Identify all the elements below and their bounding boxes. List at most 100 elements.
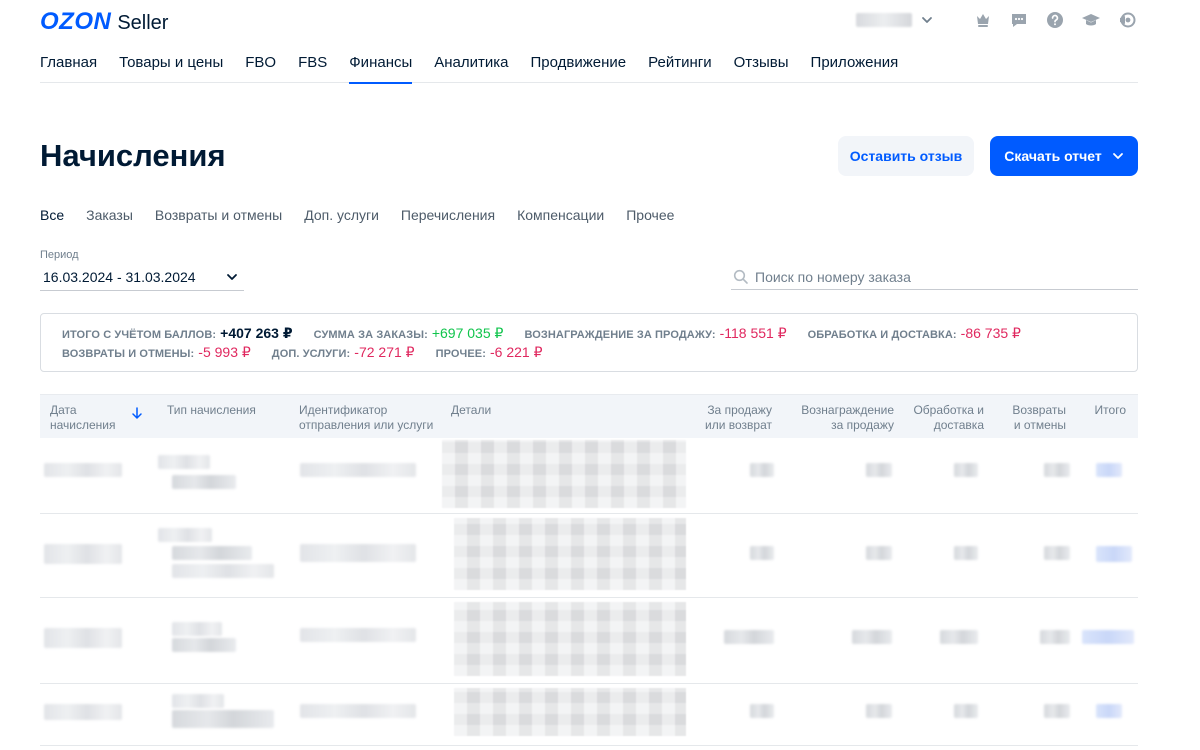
tab-transfers[interactable]: Перечисления: [401, 204, 495, 230]
redacted-type: [172, 638, 236, 652]
column-sale: За продажу или возврат: [705, 403, 772, 432]
header-actions: [856, 9, 1138, 31]
redacted-sale: [750, 463, 774, 477]
redacted-date: [44, 704, 122, 720]
nav-item-fbs[interactable]: FBS: [298, 50, 327, 83]
redacted-type: [158, 455, 210, 469]
period-label: Период: [40, 249, 79, 261]
redacted-delivery: [940, 630, 978, 644]
redacted-reward: [866, 463, 892, 477]
summary-value: -72 271 ₽: [354, 344, 415, 360]
summary-value: -5 993 ₽: [198, 344, 251, 360]
download-report-button[interactable]: Скачать отчет: [990, 136, 1138, 176]
redacted-total: [1096, 546, 1132, 562]
logo-brand: OZON: [40, 8, 112, 35]
table-header: Дата начисления Тип начисления Идентифик…: [40, 394, 1138, 438]
redacted-id: [300, 463, 416, 477]
tab-returns[interactable]: Возвраты и отмены: [155, 204, 282, 230]
tab-all[interactable]: Все: [29, 204, 76, 230]
redacted-returns: [1044, 704, 1070, 718]
nav-item-fbo[interactable]: FBO: [245, 50, 276, 83]
summary-value: +407 263 ₽: [220, 325, 293, 341]
column-details: Детали: [451, 403, 492, 417]
nav-item-ratings[interactable]: Рейтинги: [648, 50, 711, 83]
graduation-cap-icon[interactable]: [1080, 9, 1102, 31]
summary-total: ИТОГО С УЧЁТОМ БАЛЛОВ: +407 263 ₽: [62, 325, 293, 342]
redacted-total: [1082, 630, 1134, 644]
tab-orders[interactable]: Заказы: [86, 204, 133, 230]
summary-label: ОБРАБОТКА И ДОСТАВКА:: [807, 329, 957, 341]
crown-icon[interactable]: [972, 9, 994, 31]
account-name-redacted[interactable]: [856, 13, 912, 27]
summary-label: ИТОГО С УЧЁТОМ БАЛЛОВ:: [62, 329, 217, 341]
redacted-reward: [852, 630, 892, 644]
summary-delivery: ОБРАБОТКА И ДОСТАВКА: -86 735 ₽: [808, 325, 1021, 342]
redacted-type: [172, 710, 274, 728]
column-date[interactable]: Дата начисления: [50, 403, 120, 433]
chat-icon[interactable]: [1008, 9, 1030, 31]
summary-row: ВОЗВРАТЫ И ОТМЕНЫ: -5 993 ₽ ДОП. УСЛУГИ:…: [62, 344, 1116, 363]
nav-item-finance[interactable]: Финансы: [349, 50, 412, 84]
leave-feedback-label: Оставить отзыв: [849, 148, 963, 164]
order-search: [731, 264, 1138, 290]
column-total: Итого: [1094, 403, 1126, 417]
nav-item-analytics[interactable]: Аналитика: [434, 50, 508, 83]
tab-other[interactable]: Прочее: [626, 204, 674, 230]
column-id: Идентификатор отправления или услуги: [299, 403, 434, 432]
period-select[interactable]: 16.03.2024 - 31.03.2024: [40, 263, 244, 291]
tab-extra-services[interactable]: Доп. услуги: [304, 204, 379, 230]
nav-item-products[interactable]: Товары и цены: [119, 50, 223, 83]
summary-value: +697 035 ₽: [431, 325, 504, 341]
nav-item-reviews[interactable]: Отзывы: [734, 50, 789, 83]
redacted-delivery: [954, 546, 978, 560]
column-reward: Вознаграждение за продажу: [801, 403, 894, 432]
summary-value: -118 551 ₽: [719, 325, 787, 341]
summary-extra-services: ДОП. УСЛУГИ: -72 271 ₽: [272, 344, 415, 361]
megaphone-icon[interactable]: [1116, 9, 1138, 31]
redacted-type: [172, 546, 252, 560]
table-row[interactable]: [40, 684, 1138, 746]
table-row[interactable]: [40, 438, 1138, 514]
redacted-type: [172, 622, 222, 636]
redacted-total: [1096, 704, 1122, 718]
accrual-type-tabs: Все Заказы Возвраты и отмены Доп. услуги…: [29, 204, 696, 230]
redacted-type: [158, 528, 212, 542]
tab-compensations[interactable]: Компенсации: [517, 204, 604, 230]
redacted-type: [172, 475, 236, 489]
summary-label: СУММА ЗА ЗАКАЗЫ:: [313, 329, 428, 341]
redacted-date: [44, 628, 122, 648]
redacted-sale: [750, 704, 774, 718]
redacted-details: [454, 602, 686, 676]
ozon-seller-logo[interactable]: OZON Seller: [40, 8, 168, 36]
help-icon[interactable]: [1044, 9, 1066, 31]
redacted-sale: [724, 630, 774, 644]
chevron-down-icon: [226, 271, 238, 283]
column-type: Тип начисления: [167, 403, 256, 417]
leave-feedback-button[interactable]: Оставить отзыв: [838, 136, 974, 176]
redacted-type: [172, 694, 224, 708]
table-row[interactable]: [40, 514, 1138, 598]
redacted-details: [442, 440, 686, 508]
redacted-id: [300, 628, 416, 642]
download-report-label: Скачать отчет: [1004, 148, 1102, 164]
redacted-details: [454, 518, 686, 590]
redacted-delivery: [954, 463, 978, 477]
redacted-id: [300, 544, 416, 562]
nav-item-promotion[interactable]: Продвижение: [531, 50, 627, 83]
redacted-reward: [866, 704, 892, 718]
summary-value: -86 735 ₽: [960, 325, 1021, 341]
redacted-returns: [1044, 546, 1070, 560]
redacted-delivery: [954, 704, 978, 718]
search-input[interactable]: [755, 268, 1125, 285]
summary-other: ПРОЧЕЕ: -6 221 ₽: [436, 344, 543, 361]
accruals-table: Дата начисления Тип начисления Идентифик…: [40, 394, 1138, 746]
chevron-down-icon[interactable]: [920, 13, 934, 27]
nav-item-home[interactable]: Главная: [40, 50, 97, 83]
redacted-sale: [750, 546, 774, 560]
table-row[interactable]: [40, 598, 1138, 684]
sort-arrow-down-icon[interactable]: [130, 406, 144, 420]
redacted-returns: [1040, 630, 1070, 644]
main-nav: Главная Товары и цены FBO FBS Финансы Ан…: [40, 50, 1138, 84]
nav-item-apps[interactable]: Приложения: [811, 50, 899, 83]
summary-reward: ВОЗНАГРАЖДЕНИЕ ЗА ПРОДАЖУ: -118 551 ₽: [524, 325, 786, 342]
